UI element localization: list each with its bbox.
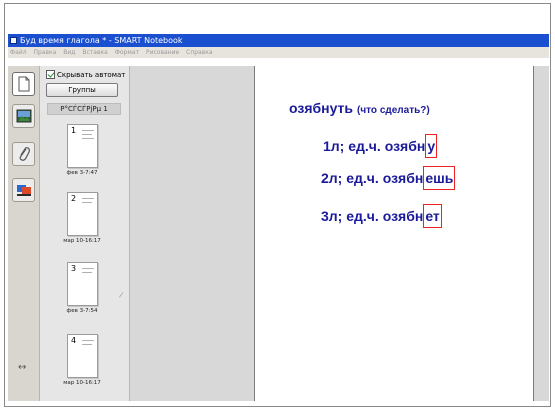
thumbnail-caption: мар 10-16:17 [63, 238, 101, 244]
page-thumbnail-4[interactable]: 4 [67, 334, 98, 378]
menu-edit[interactable]: Правка [34, 49, 57, 56]
thumbnail-number: 2 [71, 194, 77, 203]
page-thumbnail-1[interactable]: 1 [67, 124, 98, 168]
tab-gallery[interactable] [12, 104, 35, 128]
panel-resize-icon[interactable]: ↔ [18, 362, 26, 373]
form-line-1[interactable]: 1л; ед.ч. озябн у [323, 134, 438, 158]
page-thumbnail-3[interactable]: 3 [67, 262, 98, 306]
tab-attachments[interactable] [12, 142, 35, 166]
auto-hide-label: Скрывать автомат [57, 70, 126, 79]
menu-insert[interactable]: Вставка [82, 49, 107, 56]
properties-icon [16, 185, 31, 196]
form-ending[interactable]: у [425, 134, 438, 158]
thumbnail-number: 3 [71, 264, 77, 273]
page-sorter-icon [18, 76, 29, 92]
menu-help[interactable]: Справка [186, 49, 212, 56]
thumbnail-caption: фев 3-7:54 [66, 308, 98, 314]
page-thumbnail-2[interactable]: 2 [67, 192, 98, 236]
form-prefix: 3л; ед.ч. озябн [321, 208, 424, 224]
verb-hint: (что сделать?) [357, 105, 430, 116]
form-line-3[interactable]: 3л; ед.ч. озябн ет [321, 204, 442, 228]
window-title: Буд время глагола * - SMART Notebook [20, 36, 183, 45]
canvas-margin-right [534, 66, 549, 401]
form-prefix: 1л; ед.ч. озябн [323, 138, 426, 154]
thumbnail-number: 1 [71, 126, 77, 135]
menu-draw[interactable]: Рисование [146, 49, 179, 56]
side-tab-strip: ↔ [8, 66, 40, 401]
paperclip-icon [19, 147, 30, 161]
auto-hide-option[interactable]: Скрывать автомат [46, 70, 125, 79]
form-ending[interactable]: ет [423, 204, 442, 228]
form-line-2[interactable]: 2л; ед.ч. озябн ешь [321, 166, 456, 190]
page-sorter-panel: Скрывать автомат Группы Р°СЃСЃРјРµ 1 1 ф… [40, 66, 130, 401]
form-prefix: 2л; ед.ч. озябн [321, 170, 424, 186]
notebook-page[interactable]: озябнуть (что сделать?) 1л; ед.ч. озябн у … [254, 66, 534, 401]
menu-format[interactable]: Формат [115, 49, 139, 56]
thumbnail-caption: мар 10-16:17 [63, 380, 101, 386]
form-ending[interactable]: ешь [423, 166, 456, 190]
group-label[interactable]: Р°СЃСЃРјРµ 1 [47, 103, 121, 115]
menu-view[interactable]: Вид [63, 49, 75, 56]
thumbnail-number: 4 [71, 336, 77, 345]
menu-file[interactable]: Файл [10, 49, 27, 56]
gallery-icon [16, 109, 31, 123]
tab-page-sorter[interactable] [12, 72, 35, 96]
canvas-margin-left [130, 66, 254, 401]
window-titlebar: Буд время глагола * - SMART Notebook [8, 34, 549, 47]
groups-button[interactable]: Группы [46, 83, 118, 97]
sorter-resize-mark: / [118, 290, 124, 300]
menu-bar: Файл Правка Вид Вставка Формат Рисование… [8, 47, 549, 58]
verb-heading[interactable]: озябнуть (что сделать?) [289, 100, 430, 118]
auto-hide-checkbox[interactable] [46, 70, 55, 79]
smart-notebook-app-icon [10, 37, 17, 44]
tab-properties[interactable] [12, 178, 35, 202]
thumbnail-caption: фев 3-7:47 [66, 170, 98, 176]
verb-text: озябнуть [289, 100, 354, 116]
